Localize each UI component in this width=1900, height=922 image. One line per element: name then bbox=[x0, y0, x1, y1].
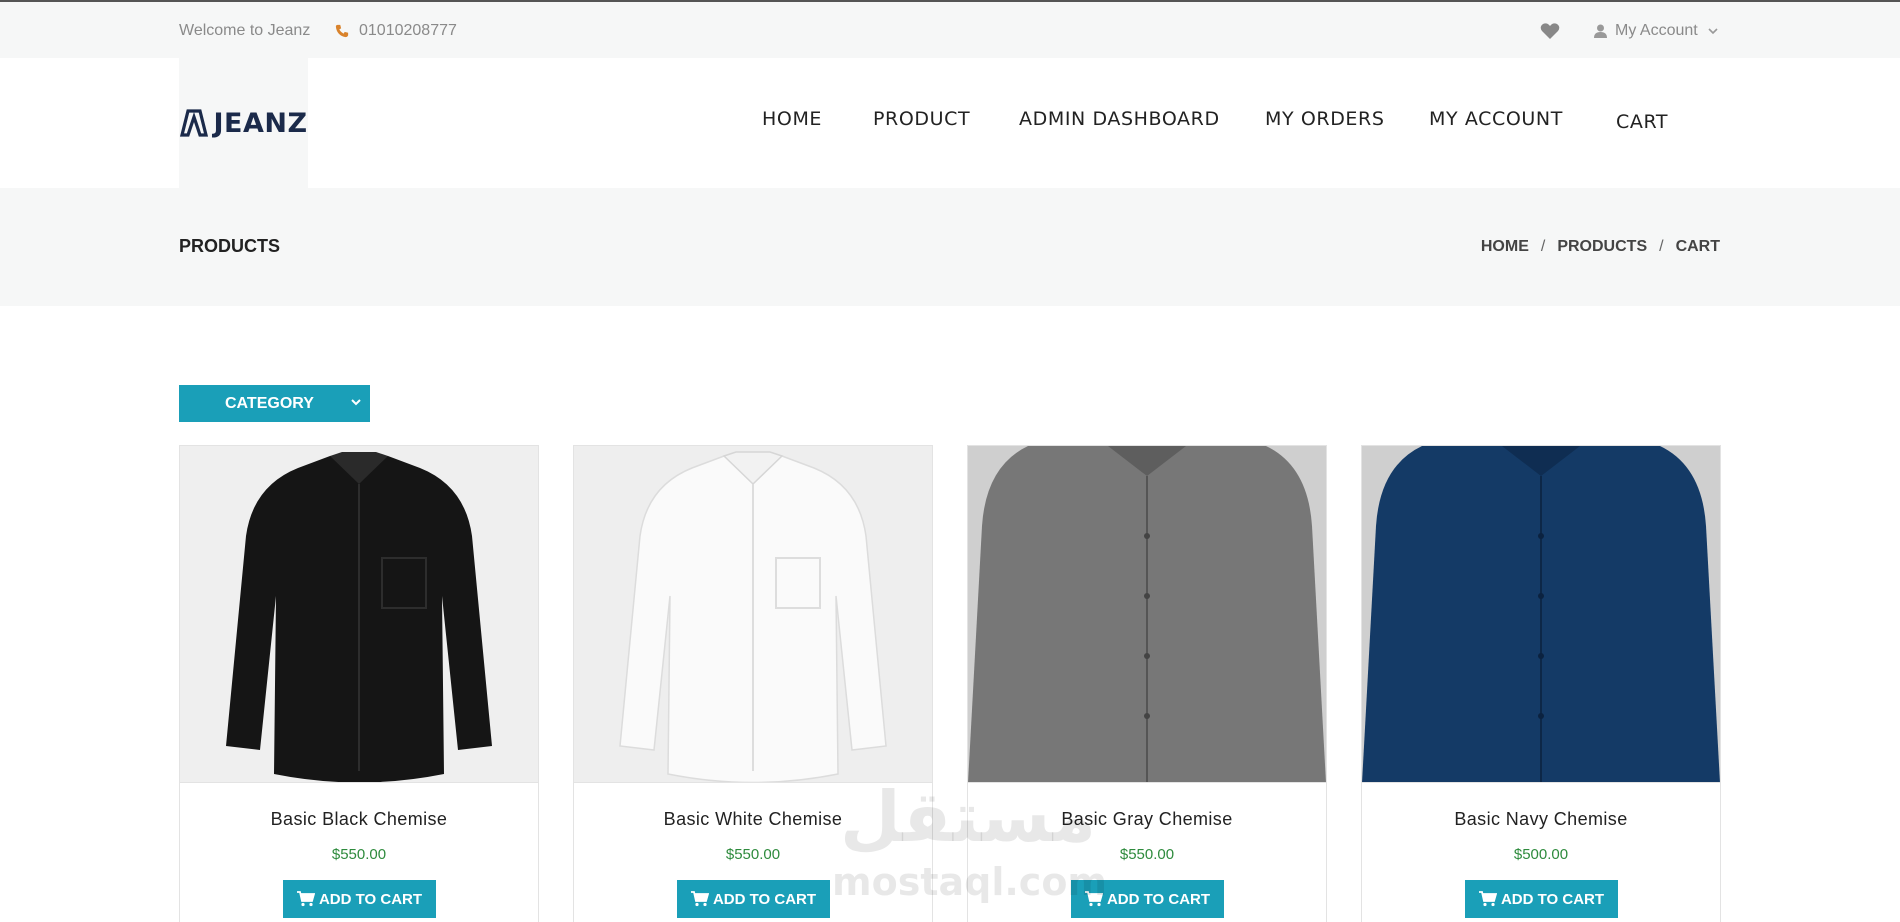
category-dropdown[interactable]: CATEGORY bbox=[179, 385, 370, 422]
add-to-cart-button[interactable]: ADD TO CART bbox=[1465, 880, 1618, 918]
phone-contact[interactable]: 01010208777 bbox=[335, 22, 457, 40]
jeanz-logo-icon bbox=[180, 109, 209, 137]
breadcrumb-home[interactable]: HOME bbox=[1481, 238, 1529, 256]
product-image[interactable] bbox=[180, 446, 538, 783]
logo[interactable]: JEANZ bbox=[179, 58, 308, 188]
nav-my-account[interactable]: MY ACCOUNT bbox=[1429, 108, 1563, 130]
account-label: My Account bbox=[1615, 22, 1698, 39]
breadcrumb: HOME / PRODUCTS / CART bbox=[1481, 238, 1720, 256]
product-name[interactable]: Basic Gray Chemise bbox=[968, 809, 1326, 830]
product-card[interactable]: Basic White Chemise $550.00 ADD TO CART bbox=[573, 445, 933, 922]
chevron-down-icon bbox=[351, 399, 361, 406]
page-title: PRODUCTS bbox=[179, 236, 281, 256]
account-menu[interactable]: My Account bbox=[1594, 22, 1718, 40]
add-to-cart-button[interactable]: ADD TO CART bbox=[677, 880, 830, 918]
chevron-down-icon bbox=[1708, 28, 1718, 35]
product-name[interactable]: Basic Black Chemise bbox=[180, 809, 538, 830]
nav-product[interactable]: PRODUCT bbox=[873, 108, 970, 130]
nav-cart[interactable]: CART bbox=[1616, 111, 1668, 133]
product-price: $550.00 bbox=[331, 846, 387, 863]
user-icon bbox=[1594, 24, 1607, 38]
breadcrumb-products[interactable]: PRODUCTS bbox=[1557, 238, 1647, 256]
product-image[interactable] bbox=[574, 446, 932, 783]
add-to-cart-label: ADD TO CART bbox=[1106, 890, 1211, 908]
product-card[interactable]: Basic Black Chemise $550.00 ADD TO CART bbox=[179, 445, 539, 922]
main-header: JEANZ HOME PRODUCT ADMIN DASHBOARD MY OR… bbox=[0, 58, 1900, 188]
logo-text: JEANZ bbox=[213, 107, 308, 139]
add-to-cart-label: ADD TO CART bbox=[318, 890, 423, 908]
product-image[interactable] bbox=[968, 446, 1326, 783]
phone-number: 01010208777 bbox=[359, 22, 457, 39]
cart-icon bbox=[1084, 891, 1103, 907]
add-to-cart-label: ADD TO CART bbox=[712, 890, 817, 908]
breadcrumb-separator: / bbox=[1540, 238, 1546, 255]
nav-my-orders[interactable]: MY ORDERS bbox=[1265, 108, 1385, 130]
welcome-text: Welcome to Jeanz bbox=[179, 22, 311, 39]
cart-icon bbox=[690, 891, 709, 907]
phone-icon bbox=[335, 24, 349, 38]
nav-admin-dashboard[interactable]: ADMIN DASHBOARD bbox=[1019, 108, 1220, 130]
cart-icon bbox=[1478, 891, 1497, 907]
page-title-band: PRODUCTS HOME / PRODUCTS / CART bbox=[0, 188, 1900, 306]
nav-home[interactable]: HOME bbox=[762, 108, 822, 130]
product-price: $550.00 bbox=[1119, 846, 1175, 863]
cart-icon bbox=[296, 891, 315, 907]
top-bar: Welcome to Jeanz 01010208777 My Account bbox=[0, 0, 1900, 58]
product-card[interactable]: Basic Navy Chemise $500.00 ADD TO CART bbox=[1361, 445, 1721, 922]
shirt-image bbox=[574, 446, 932, 782]
shirt-image bbox=[1362, 446, 1720, 782]
product-price: $550.00 bbox=[725, 846, 781, 863]
shirt-image bbox=[968, 446, 1326, 782]
shirt-image bbox=[180, 446, 538, 782]
add-to-cart-button[interactable]: ADD TO CART bbox=[283, 880, 436, 918]
product-price: $500.00 bbox=[1513, 846, 1569, 863]
product-image[interactable] bbox=[1362, 446, 1720, 783]
product-card[interactable]: Basic Gray Chemise $550.00 ADD TO CART bbox=[967, 445, 1327, 922]
add-to-cart-label: ADD TO CART bbox=[1500, 890, 1605, 908]
category-label: CATEGORY bbox=[225, 394, 314, 412]
breadcrumb-separator: / bbox=[1659, 238, 1664, 255]
add-to-cart-button[interactable]: ADD TO CART bbox=[1071, 880, 1224, 918]
heart-icon[interactable] bbox=[1540, 22, 1560, 40]
product-name[interactable]: Basic Navy Chemise bbox=[1362, 809, 1720, 830]
product-name[interactable]: Basic White Chemise bbox=[574, 809, 932, 830]
breadcrumb-cart: CART bbox=[1675, 238, 1720, 255]
